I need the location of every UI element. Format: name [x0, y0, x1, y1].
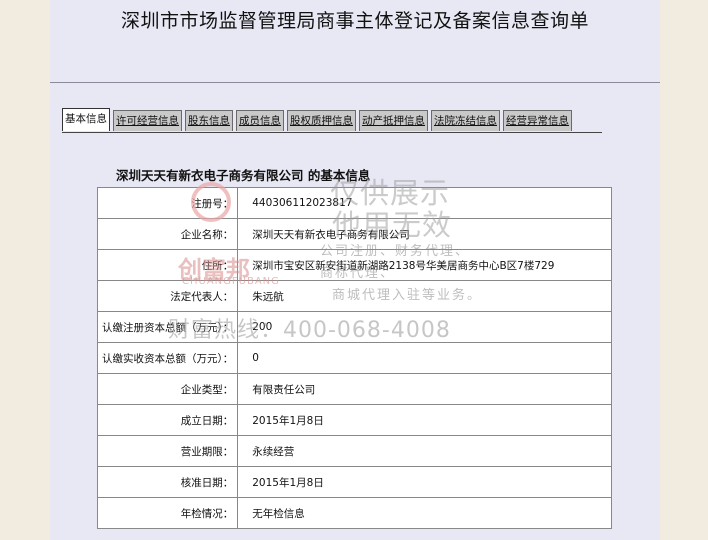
- row-value: 0: [237, 342, 612, 374]
- table-row: 年检情况： 无年检信息: [96, 497, 612, 529]
- page-title: 深圳市市场监督管理局商事主体登记及备案信息查询单: [120, 10, 589, 32]
- watermark-logo-icon: [191, 182, 231, 222]
- row-value: 440306112023817: [237, 187, 612, 219]
- row-value: 无年检信息: [237, 497, 612, 529]
- row-label: 企业类型：: [96, 373, 239, 405]
- query-page: 深圳市市场监督管理局商事主体登记及备案信息查询单 基本信息 许可经营信息 股东信…: [50, 0, 660, 540]
- tab-chattel-mortgage-info[interactable]: 动产抵押信息: [359, 110, 428, 131]
- tab-basic-info[interactable]: 基本信息: [62, 108, 110, 131]
- table-row: 认缴实收资本总额（万元）： 0: [96, 342, 612, 374]
- table-row: 认缴注册资本总额（万元）： 200: [96, 311, 612, 343]
- table-row: 成立日期： 2015年1月8日: [96, 404, 612, 436]
- row-value: 深圳市宝安区新安街道新湖路2138号华美居商务中心B区7楼729: [237, 249, 612, 281]
- tab-equity-pledge-info[interactable]: 股权质押信息: [287, 110, 356, 131]
- row-value: 200: [237, 311, 612, 343]
- tab-license-info[interactable]: 许可经营信息: [113, 110, 182, 131]
- row-value: 永续经营: [237, 435, 612, 467]
- basic-info-table: 注册号： 440306112023817 企业名称： 深圳天天有新衣电子商务有限…: [96, 187, 612, 529]
- table-row: 住所： 深圳市宝安区新安街道新湖路2138号华美居商务中心B区7楼729: [96, 249, 612, 281]
- row-label: 认缴注册资本总额（万元）：: [96, 311, 239, 343]
- section-heading: 深圳天天有新衣电子商务有限公司 的基本信息: [116, 168, 371, 183]
- row-label: 营业期限：: [96, 435, 239, 467]
- row-value: 深圳天天有新衣电子商务有限公司: [237, 218, 612, 250]
- row-label: 认缴实收资本总额（万元）：: [96, 342, 239, 374]
- tab-divider: [62, 132, 602, 133]
- table-row: 企业名称： 深圳天天有新衣电子商务有限公司: [96, 218, 612, 250]
- row-value: 朱远航: [237, 280, 612, 312]
- row-label: 核准日期：: [96, 466, 239, 498]
- row-value: 有限责任公司: [237, 373, 612, 405]
- tab-shareholder-info[interactable]: 股东信息: [185, 110, 233, 131]
- row-label: 年检情况：: [96, 497, 239, 529]
- row-label: 企业名称：: [96, 218, 239, 250]
- row-value: 2015年1月8日: [237, 466, 612, 498]
- title-bar: 深圳市市场监督管理局商事主体登记及备案信息查询单: [50, 0, 660, 83]
- row-label: 法定代表人：: [96, 280, 239, 312]
- table-row: 法定代表人： 朱远航: [96, 280, 612, 312]
- table-row: 企业类型： 有限责任公司: [96, 373, 612, 405]
- table-row: 注册号： 440306112023817: [96, 187, 612, 219]
- tab-member-info[interactable]: 成员信息: [236, 110, 284, 131]
- row-value: 2015年1月8日: [237, 404, 612, 436]
- tab-abnormal-operation-info[interactable]: 经营异常信息: [503, 110, 572, 131]
- table-row: 营业期限： 永续经营: [96, 435, 612, 467]
- tab-court-freeze-info[interactable]: 法院冻结信息: [431, 110, 500, 131]
- tab-bar: 基本信息 许可经营信息 股东信息 成员信息 股权质押信息 动产抵押信息 法院冻结…: [62, 108, 575, 132]
- row-label: 成立日期：: [96, 404, 239, 436]
- row-label: 住所：: [96, 249, 239, 281]
- table-row: 核准日期： 2015年1月8日: [96, 466, 612, 498]
